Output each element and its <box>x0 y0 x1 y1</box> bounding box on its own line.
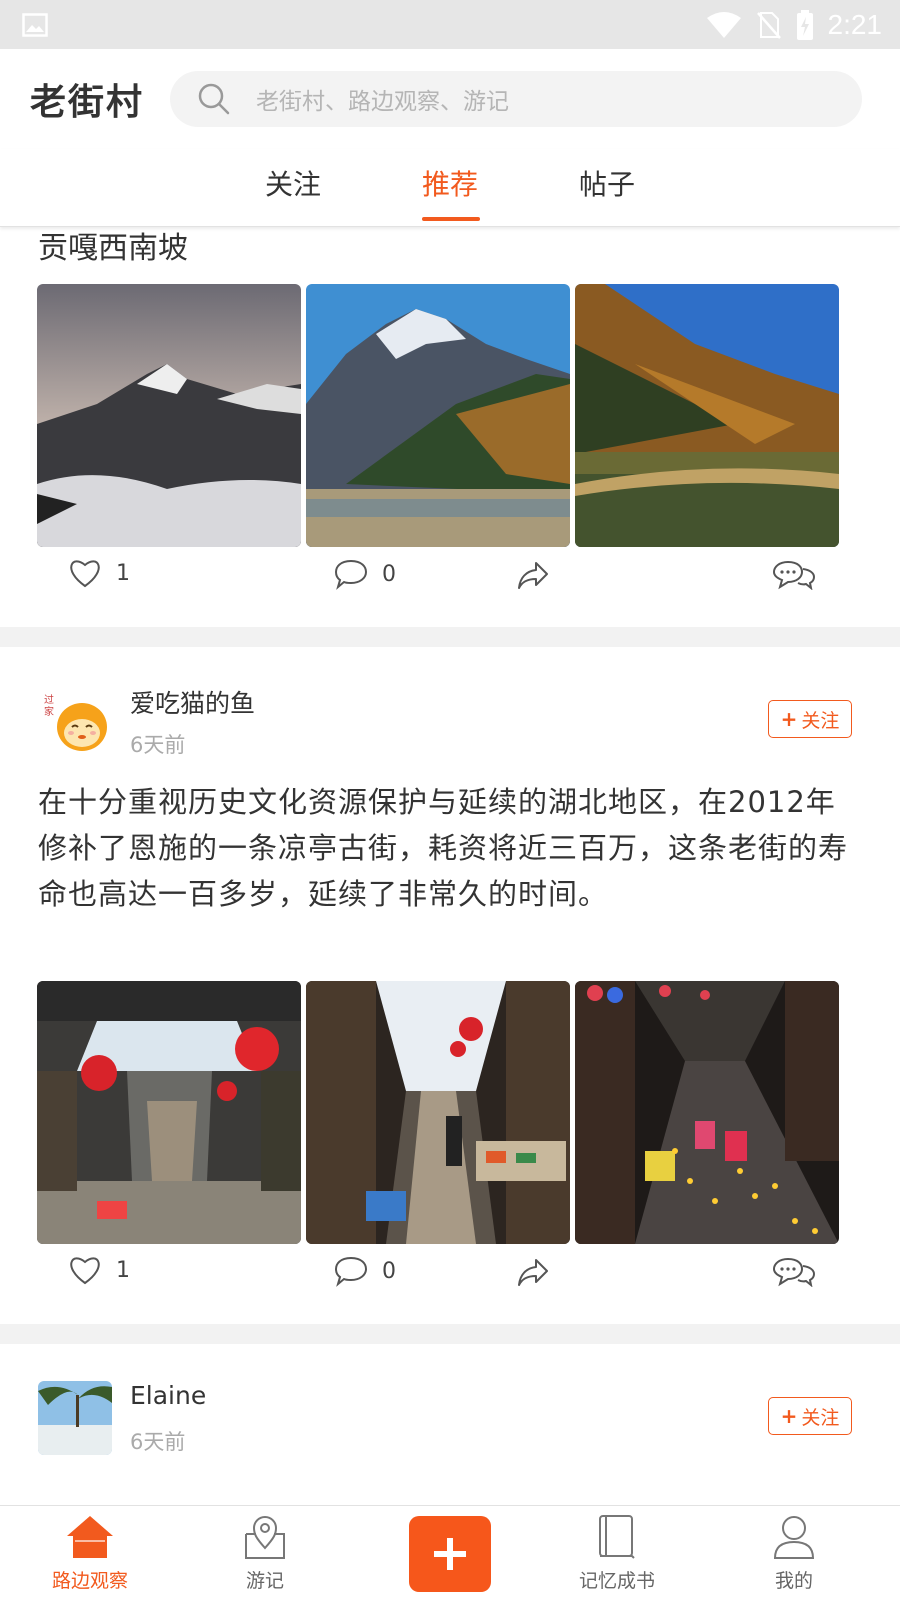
author-name[interactable]: Elaine <box>130 1381 206 1410</box>
add-icon <box>434 1538 466 1570</box>
post-image[interactable] <box>575 284 839 547</box>
share-icon <box>518 1259 548 1286</box>
post-actions: 1 0 <box>0 552 900 602</box>
nav-label: 游记 <box>245 1570 284 1592</box>
share-button[interactable] <box>517 560 549 590</box>
feed[interactable]: 贡嘎西南坡 1 0 过 家 爱吃猫的鱼 6天前 + 关注 在十分重视历史文化资源… <box>0 227 900 1505</box>
share-button[interactable] <box>517 1257 549 1287</box>
post-image[interactable] <box>306 981 570 1244</box>
post-divider <box>0 1324 900 1344</box>
chat-button[interactable] <box>772 560 816 590</box>
battery-charging-icon <box>796 9 813 40</box>
app-header: 老街村 老街村、路边观察、游记 <box>0 49 900 149</box>
like-count: 1 <box>116 560 130 586</box>
nav-roadside[interactable]: 路边观察 <box>30 1514 150 1593</box>
tab-follow[interactable]: 关注 <box>265 163 321 203</box>
heart-icon <box>70 560 100 588</box>
post-actions: 1 0 <box>0 1249 900 1299</box>
plus-icon: + <box>780 707 798 731</box>
book-icon <box>599 1515 635 1559</box>
post-image[interactable] <box>37 981 301 1244</box>
follow-button[interactable]: + 关注 <box>768 1397 852 1435</box>
feed-tabs: 关注 推荐 帖子 <box>0 149 900 227</box>
app-title: 老街村 <box>30 82 145 123</box>
post-divider <box>0 627 900 647</box>
wifi-icon <box>706 11 741 38</box>
post-title[interactable]: 贡嘎西南坡 <box>38 227 188 267</box>
nav-label: 路边观察 <box>51 1570 128 1592</box>
search-placeholder: 老街村、路边观察、游记 <box>256 89 509 115</box>
nav-travel[interactable]: 游记 <box>205 1514 325 1593</box>
comment-icon <box>334 559 368 590</box>
post-time: 6天前 <box>130 733 186 757</box>
search-icon <box>198 83 230 115</box>
post-text[interactable]: 在十分重视历史文化资源保护与延续的湖北地区，在2012年修补了恩施的一条凉亭古街… <box>38 779 858 917</box>
active-tab-indicator <box>422 217 480 221</box>
post-author: Elaine 6天前 + 关注 <box>0 1379 900 1469</box>
follow-label: 关注 <box>801 709 840 732</box>
nav-label: 我的 <box>774 1570 813 1592</box>
add-post-button[interactable] <box>409 1516 491 1592</box>
tab-recommend[interactable]: 推荐 <box>422 163 478 203</box>
follow-button[interactable]: + 关注 <box>768 700 852 738</box>
avatar[interactable] <box>38 1381 112 1455</box>
nav-label: 记忆成书 <box>578 1570 655 1592</box>
comment-button[interactable]: 0 <box>334 558 396 590</box>
nav-memory-book[interactable]: 记忆成书 <box>557 1514 677 1593</box>
post-image[interactable] <box>575 981 839 1244</box>
heart-icon <box>70 1257 100 1285</box>
like-button[interactable]: 1 <box>68 558 130 588</box>
comment-icon <box>334 1256 368 1287</box>
comment-count: 0 <box>382 1258 396 1284</box>
follow-label: 关注 <box>801 1406 840 1429</box>
search-input[interactable]: 老街村、路边观察、游记 <box>170 71 862 127</box>
post-time: 6天前 <box>130 1430 186 1454</box>
home-icon <box>67 1516 113 1558</box>
chat-icon <box>772 560 816 590</box>
author-name[interactable]: 爱吃猫的鱼 <box>130 684 255 720</box>
chat-icon <box>772 1257 816 1287</box>
map-pin-icon <box>245 1516 285 1559</box>
comment-count: 0 <box>382 561 396 587</box>
status-bar: 2:21 <box>0 0 900 49</box>
svg-text:家: 家 <box>44 705 54 718</box>
svg-text:过: 过 <box>44 693 54 706</box>
no-sim-icon <box>756 11 781 39</box>
chat-button[interactable] <box>772 1257 816 1287</box>
share-icon <box>518 562 548 589</box>
avatar[interactable]: 过 家 <box>38 687 112 761</box>
bottom-nav: 路边观察 游记 记忆成书 我的 <box>0 1505 900 1601</box>
nav-profile[interactable]: 我的 <box>734 1514 854 1593</box>
post-image[interactable] <box>306 284 570 547</box>
image-icon <box>22 12 48 37</box>
plus-icon: + <box>780 1404 798 1428</box>
tab-posts[interactable]: 帖子 <box>579 163 635 203</box>
post-image[interactable] <box>37 284 301 547</box>
status-time: 2:21 <box>827 8 883 40</box>
post-author: 过 家 爱吃猫的鱼 6天前 + 关注 <box>0 682 900 772</box>
like-button[interactable]: 1 <box>68 1255 130 1285</box>
user-icon <box>773 1516 815 1559</box>
like-count: 1 <box>116 1257 130 1283</box>
comment-button[interactable]: 0 <box>334 1255 396 1287</box>
